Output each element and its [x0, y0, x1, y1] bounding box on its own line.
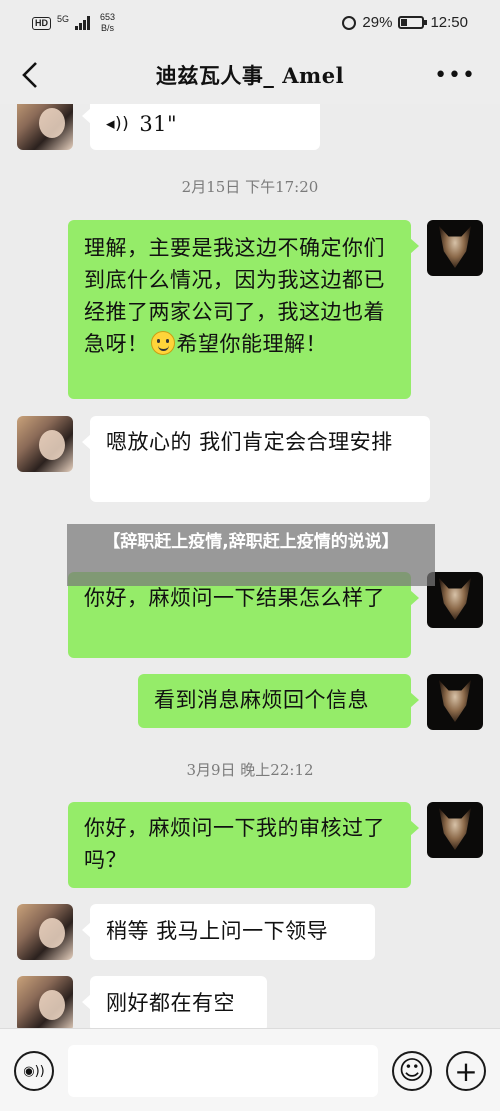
clock: 12:50: [430, 14, 468, 31]
contact-avatar[interactable]: [17, 416, 73, 472]
contact-avatar[interactable]: [17, 904, 73, 960]
status-left: HD 5G 653 B/s: [32, 12, 115, 34]
message-text: 刚好都在有空: [106, 991, 235, 1015]
timestamp: 3月9日 晚上22:12: [186, 761, 314, 779]
battery-percent: 29%: [362, 14, 393, 31]
plus-icon-glyph: +: [454, 1054, 478, 1088]
voice-duration: 31": [139, 112, 178, 136]
message-text: 嗯放心的 我们肯定会合理安排: [106, 430, 393, 454]
voice-icon-glyph: ◉)): [23, 1063, 45, 1079]
chat-header: 迪兹瓦人事_ Amel •••: [0, 46, 500, 104]
plus-icon[interactable]: +: [446, 1051, 486, 1091]
smiley-emoji-icon: [150, 331, 175, 355]
headline-overlay: 【辞职赶上疫情,辞职赶上疫情的说说】: [67, 524, 435, 586]
timestamp: 2月15日 下午17:20: [181, 178, 319, 196]
voice-icon[interactable]: ◉)): [14, 1051, 54, 1091]
network-speed: 653 B/s: [100, 12, 115, 34]
alarm-icon: [342, 15, 357, 30]
input-bar: ◉)) ☺ +: [0, 1028, 500, 1111]
voice-wave-icon: ◂)): [106, 114, 130, 134]
my-avatar[interactable]: [427, 572, 483, 628]
status-bar: HD 5G 653 B/s 29% 12:50: [0, 0, 500, 46]
message-bubble-sent[interactable]: 看到消息麻烦回个信息: [138, 674, 419, 728]
voice-message[interactable]: ◂)) 31": [82, 104, 320, 150]
battery-icon: [398, 16, 428, 29]
message-bubble-received[interactable]: 稍等 我马上问一下领导: [82, 904, 375, 960]
speed-unit: B/s: [101, 23, 115, 33]
message-bubble-received[interactable]: 嗯放心的 我们肯定会合理安排: [82, 416, 430, 502]
message-bubble-sent[interactable]: 理解，主要是我这边不确定你们到底什么情况，因为我这边都已经推了两家公司了，我这边…: [68, 220, 419, 399]
status-right: 29% 12:50: [342, 14, 468, 31]
message-input[interactable]: [68, 1045, 378, 1097]
signal-icon: [75, 16, 91, 30]
my-avatar[interactable]: [427, 802, 483, 858]
message-text: 稍等 我马上问一下领导: [106, 919, 329, 943]
signal-type: 5G: [57, 14, 70, 24]
speed-value: 653: [100, 12, 116, 22]
message-bubble-received[interactable]: 刚好都在有空: [82, 976, 267, 1028]
my-avatar[interactable]: [427, 220, 483, 276]
message-bubble-sent[interactable]: 你好，麻烦问一下我的审核过了吗？: [68, 802, 419, 888]
my-avatar[interactable]: [427, 674, 483, 730]
chat-title: 迪兹瓦人事_ Amel: [155, 63, 345, 88]
emoji-icon[interactable]: ☺: [392, 1051, 432, 1091]
network-type: HD: [32, 16, 51, 30]
message-text: 你好，麻烦问一下结果怎么样了: [84, 586, 385, 610]
emoji-icon-glyph: ☺: [398, 1056, 426, 1086]
more-dots-icon[interactable]: •••: [434, 63, 476, 88]
message-text: 你好，麻烦问一下我的审核过了吗？: [84, 816, 385, 872]
message-text-continued: 希望你能理解！: [176, 332, 327, 356]
contact-avatar[interactable]: [17, 976, 73, 1028]
message-text: 看到消息麻烦回个信息: [154, 688, 369, 712]
contact-avatar[interactable]: [17, 104, 73, 150]
